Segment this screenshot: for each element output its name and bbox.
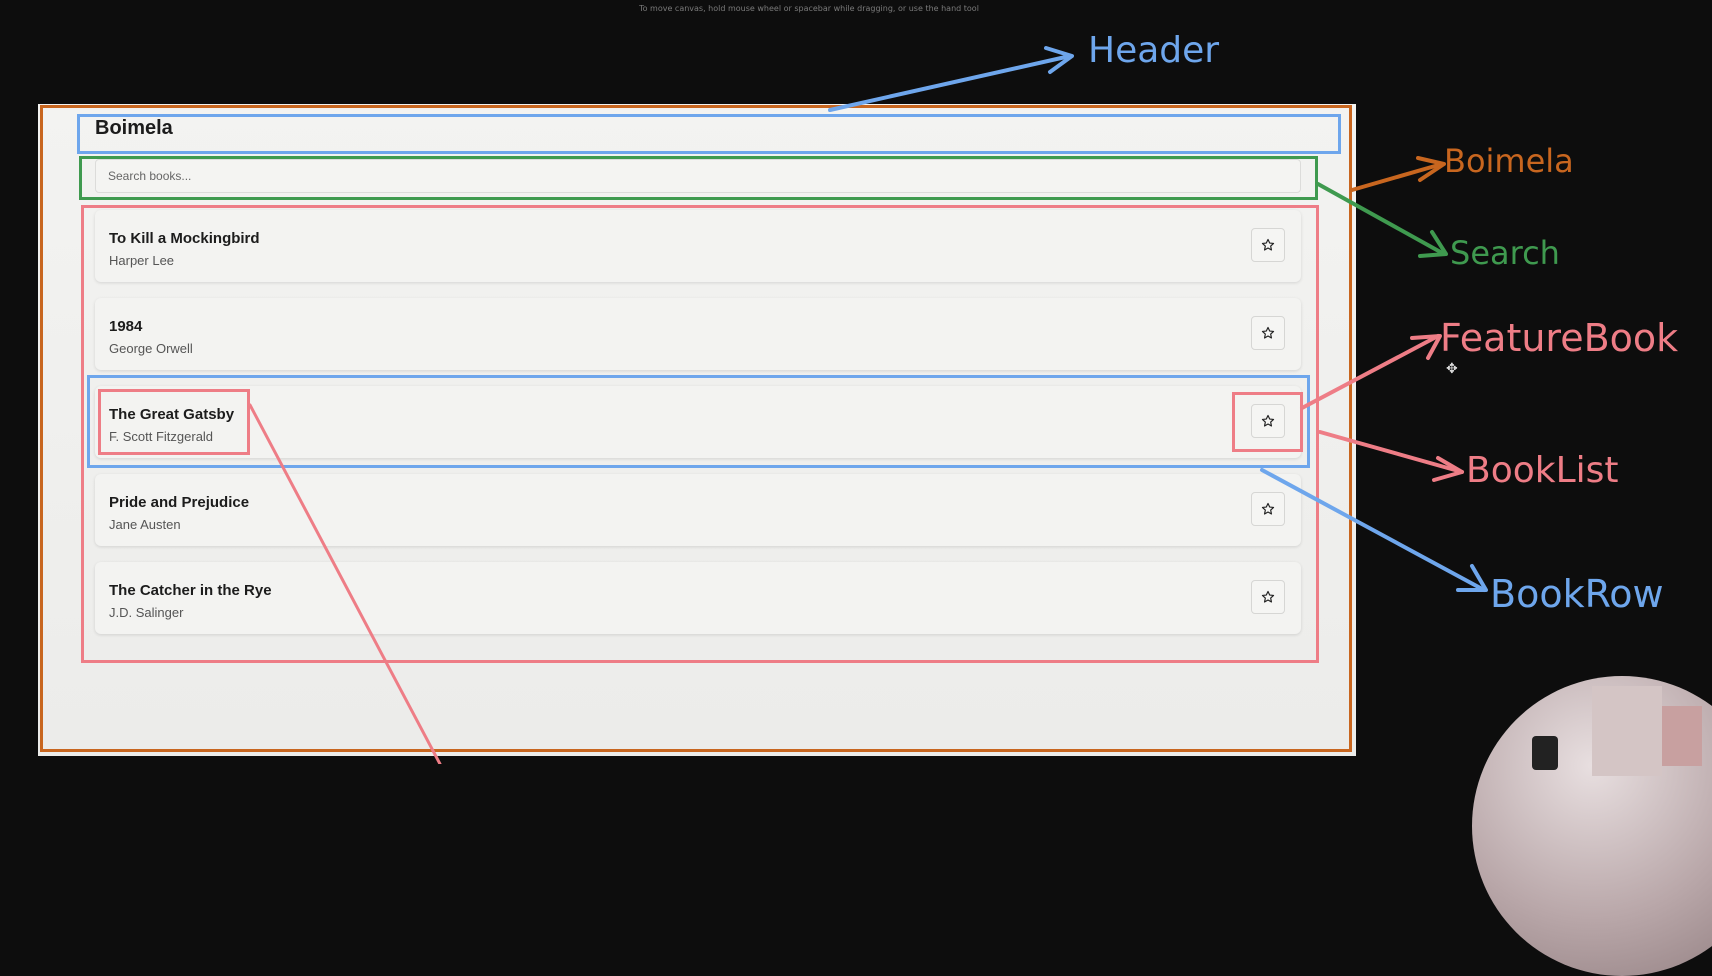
annotation-arrows bbox=[248, 46, 1488, 764]
label-book-row: BookRow bbox=[1490, 572, 1664, 616]
label-search: Search bbox=[1450, 234, 1560, 272]
move-cursor-icon: ✥ bbox=[1446, 360, 1458, 376]
label-feature-book: FeatureBook bbox=[1440, 316, 1679, 360]
label-boimela: Boimela bbox=[1444, 142, 1574, 180]
label-book-list: BookList bbox=[1466, 450, 1619, 491]
label-header: Header bbox=[1088, 30, 1220, 71]
